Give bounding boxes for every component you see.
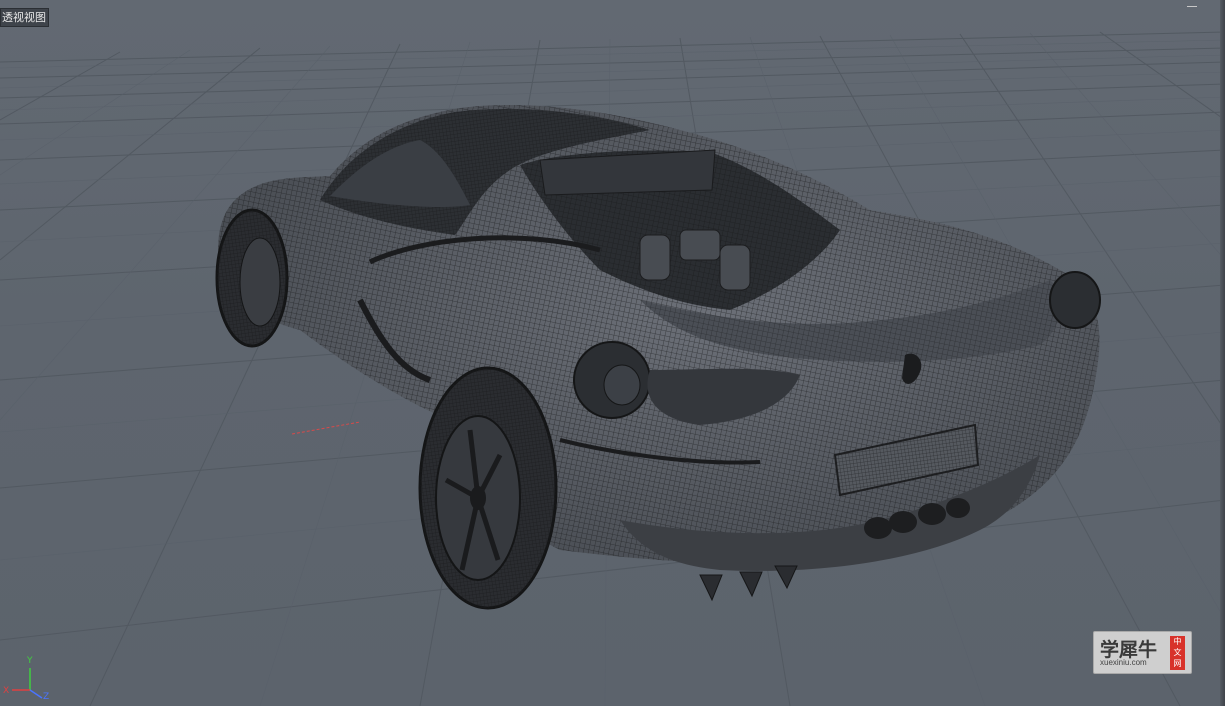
viewport-right-border [1220, 0, 1225, 706]
watermark-badge-char: 网 [1173, 659, 1182, 668]
world-x-axis-line [291, 421, 361, 435]
axis-z-label: Z [43, 692, 50, 702]
car-wireframe-model [215, 104, 1101, 610]
watermark-badge: 中 文 网 [1170, 636, 1185, 670]
watermark-badge-char: 文 [1173, 648, 1182, 657]
watermark-badge-char: 中 [1173, 637, 1182, 646]
viewport-maximize-mark[interactable] [1187, 0, 1197, 7]
3d-viewport[interactable]: 透视视图 Y X Z 学犀牛 xuexiniu.com 中 文 网 [0, 0, 1225, 706]
viewport-title-label[interactable]: 透视视图 [0, 8, 49, 27]
axis-y-label: Y [27, 656, 33, 666]
watermark-logo: 学犀牛 xuexiniu.com 中 文 网 [1093, 631, 1192, 674]
grid-and-model-canvas[interactable] [0, 0, 1225, 706]
watermark-url: xuexiniu.com [1100, 658, 1147, 667]
axis-x-label: X [3, 686, 10, 696]
axis-gizmo [12, 668, 43, 699]
